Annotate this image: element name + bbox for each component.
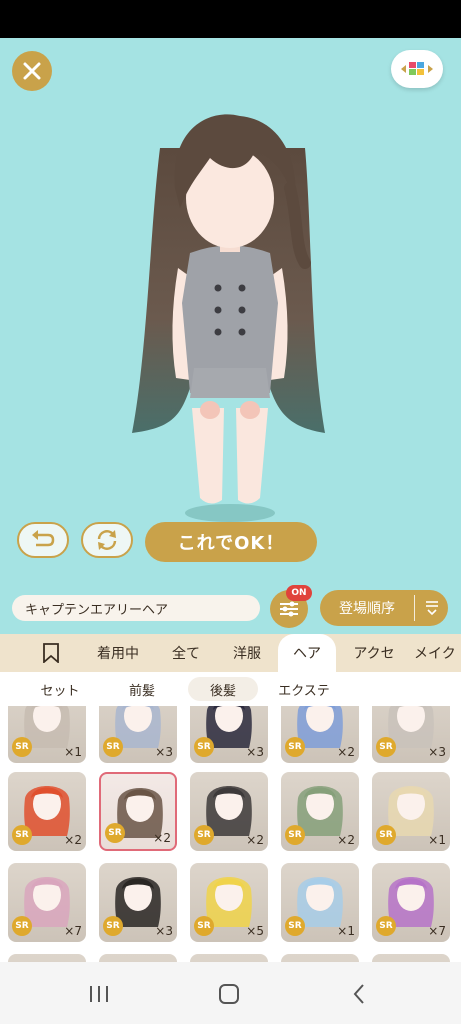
recent-apps-button[interactable] — [84, 982, 114, 1006]
home-icon — [219, 984, 239, 1004]
sort-button[interactable]: 登場順序 — [320, 590, 448, 626]
recent-apps-icon — [90, 986, 108, 1002]
item-count: ×1 — [337, 924, 355, 938]
rarity-badge: SR — [12, 825, 32, 845]
item-count: ×7 — [64, 924, 82, 938]
sort-order-icon[interactable] — [415, 600, 448, 616]
color-palette-button[interactable] — [391, 50, 443, 88]
item-count: ×2 — [153, 831, 171, 845]
undo-button[interactable] — [17, 522, 69, 558]
hair-item-card[interactable]: SR ×2 — [190, 772, 268, 851]
subtab-back-hair[interactable]: 後髪 — [188, 677, 258, 701]
item-count: ×3 — [428, 745, 446, 759]
rarity-badge: SR — [194, 737, 214, 757]
tab-hair[interactable]: ヘア — [278, 634, 336, 672]
avatar-figure — [132, 114, 325, 522]
subtab-set[interactable]: セット — [26, 677, 94, 701]
rarity-badge: SR — [105, 823, 125, 843]
refresh-icon — [97, 530, 117, 550]
rarity-badge: SR — [103, 737, 123, 757]
sort-divider — [414, 595, 415, 621]
category-tabs: 着用中 全て 洋服 ヘア アクセ メイク — [0, 634, 461, 672]
reset-button[interactable] — [81, 522, 133, 558]
hair-item-card[interactable]: SR ×1 — [372, 772, 450, 851]
bookmark-icon — [43, 643, 59, 663]
rarity-badge: SR — [194, 916, 214, 936]
hair-item-card[interactable]: SR ×3 — [99, 706, 177, 763]
home-button[interactable] — [214, 982, 244, 1006]
rarity-badge: SR — [194, 825, 214, 845]
item-control-row: キャプテンエアリーヘア ON 登場順序 — [0, 580, 461, 634]
item-count: ×2 — [337, 833, 355, 847]
rarity-badge: SR — [285, 916, 305, 936]
tab-all[interactable]: 全て — [160, 634, 212, 672]
tab-wearing[interactable]: 着用中 — [86, 634, 150, 672]
sort-label: 登場順序 — [339, 601, 395, 617]
selected-item-name: キャプテンエアリーヘア — [12, 595, 260, 621]
hair-item-card[interactable]: SR ×7 — [372, 863, 450, 942]
hair-item-card[interactable] — [190, 954, 268, 962]
hair-item-card[interactable]: SR ×1 — [8, 706, 86, 763]
palette-icon — [401, 62, 433, 75]
rarity-badge: SR — [376, 737, 396, 757]
rarity-badge: SR — [12, 737, 32, 757]
rarity-badge: SR — [12, 916, 32, 936]
hair-item-card[interactable]: SR ×3 — [372, 706, 450, 763]
tab-makeup[interactable]: メイク — [414, 634, 461, 672]
tab-clothes[interactable]: 洋服 — [220, 634, 274, 672]
item-count: ×5 — [246, 924, 264, 938]
hair-item-card[interactable]: SR ×5 — [190, 863, 268, 942]
subtab-extension[interactable]: エクステ — [268, 677, 340, 701]
item-count: ×3 — [155, 924, 173, 938]
hair-item-card[interactable]: SR ×3 — [99, 863, 177, 942]
sliders-icon — [280, 601, 298, 617]
avatar-stage: これでOK！ — [0, 38, 461, 580]
back-button[interactable] — [344, 982, 374, 1006]
item-count: ×3 — [155, 745, 173, 759]
hair-item-grid: SR ×1 SR ×3 SR ×3 SR ×2 SR ×3 SR ×2 SR ×2 SR ×2 SR ×2 SR ×1… — [0, 706, 461, 962]
item-count: ×3 — [246, 745, 264, 759]
item-count: ×1 — [428, 833, 446, 847]
status-bar — [0, 0, 461, 38]
hair-item-card[interactable] — [8, 954, 86, 962]
hair-item-card[interactable]: SR ×3 — [190, 706, 268, 763]
hair-item-card[interactable]: SR ×2 — [281, 772, 359, 851]
hair-item-card[interactable] — [99, 954, 177, 962]
hair-item-card[interactable]: SR ×2 — [8, 772, 86, 851]
hair-item-card[interactable]: SR ×7 — [8, 863, 86, 942]
item-count: ×2 — [64, 833, 82, 847]
item-count: ×2 — [337, 745, 355, 759]
tab-accessory[interactable]: アクセ — [342, 634, 406, 672]
back-chevron-icon — [353, 984, 364, 1004]
rarity-badge: SR — [285, 825, 305, 845]
rarity-badge: SR — [285, 737, 305, 757]
rarity-badge: SR — [376, 916, 396, 936]
tab-bookmark[interactable] — [26, 634, 76, 672]
subtab-bangs[interactable]: 前髪 — [108, 677, 176, 701]
close-button[interactable] — [12, 51, 52, 91]
system-nav-bar — [0, 962, 461, 1024]
hair-item-card[interactable] — [372, 954, 450, 962]
hair-item-card[interactable]: SR ×2 — [99, 772, 177, 851]
item-count: ×1 — [64, 745, 82, 759]
confirm-button[interactable]: これでOK！ — [145, 522, 317, 562]
filter-on-badge: ON — [286, 585, 312, 601]
rarity-badge: SR — [103, 916, 123, 936]
hair-subtabs: セット 前髪 後髪 エクステ — [0, 672, 461, 706]
close-icon — [23, 62, 41, 80]
hair-item-card[interactable]: SR ×1 — [281, 863, 359, 942]
item-count: ×7 — [428, 924, 446, 938]
item-count: ×2 — [246, 833, 264, 847]
undo-icon — [32, 530, 55, 547]
rarity-badge: SR — [376, 825, 396, 845]
hair-item-card[interactable] — [281, 954, 359, 962]
hair-item-card[interactable]: SR ×2 — [281, 706, 359, 763]
